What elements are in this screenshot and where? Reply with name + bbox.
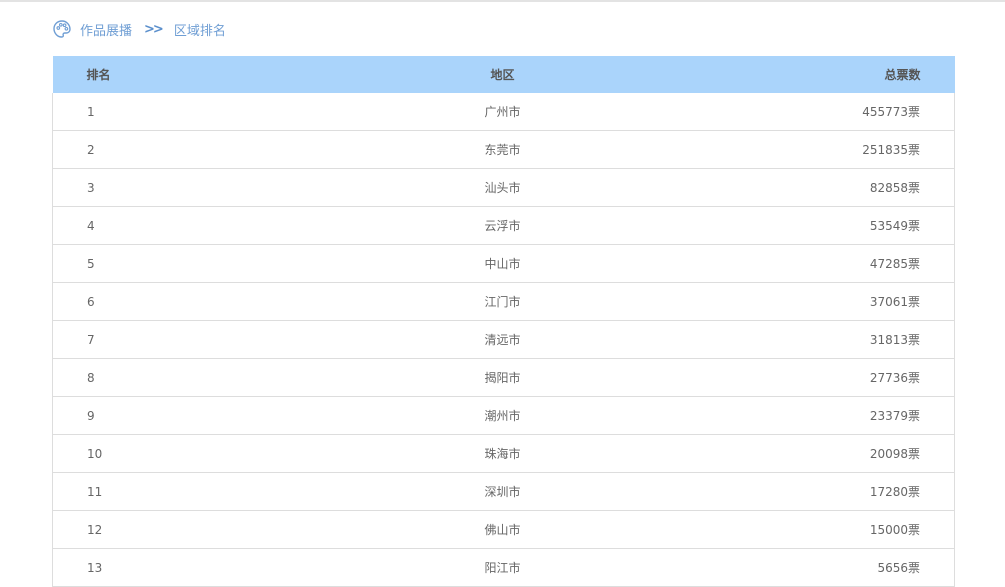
votes-cell: 23379票	[652, 396, 955, 435]
table-row: 7 清远市 31813票	[52, 320, 955, 359]
rank-cell: 6	[52, 282, 353, 321]
region-cell: 深圳市	[352, 472, 653, 511]
breadcrumb: 作品展播 >> 区域排名	[52, 18, 226, 40]
region-cell: 阳江市	[352, 548, 653, 587]
rank-cell: 7	[52, 320, 353, 359]
table-row: 8 揭阳市 27736票	[52, 358, 955, 397]
table-row: 6 江门市 37061票	[52, 282, 955, 321]
rank-cell: 1	[52, 93, 353, 131]
table-row: 4 云浮市 53549票	[52, 206, 955, 245]
table-row: 3 汕头市 82858票	[52, 168, 955, 207]
votes-cell: 31813票	[652, 320, 955, 359]
region-cell: 清远市	[352, 320, 653, 359]
votes-cell: 82858票	[652, 168, 955, 207]
rank-cell: 11	[52, 472, 353, 511]
table-row: 1 广州市 455773票	[52, 93, 955, 131]
table-row: 10 珠海市 20098票	[52, 434, 955, 473]
rank-cell: 8	[52, 358, 353, 397]
table-header-row: 排名 地区 总票数	[52, 56, 955, 93]
top-divider	[0, 0, 1005, 2]
region-cell: 中山市	[352, 244, 653, 283]
table-row: 12 佛山市 15000票	[52, 510, 955, 549]
votes-cell: 53549票	[652, 206, 955, 245]
region-cell: 珠海市	[352, 434, 653, 473]
column-header-region: 地区	[490, 68, 515, 82]
region-cell: 汕头市	[352, 168, 653, 207]
table-row: 11 深圳市 17280票	[52, 472, 955, 511]
palette-icon	[52, 19, 72, 39]
region-cell: 潮州市	[352, 396, 653, 435]
rank-cell: 10	[52, 434, 353, 473]
votes-cell: 17280票	[652, 472, 955, 511]
votes-cell: 251835票	[652, 130, 955, 169]
region-cell: 揭阳市	[352, 358, 653, 397]
column-header-votes: 总票数	[884, 68, 921, 82]
votes-cell: 15000票	[652, 510, 955, 549]
region-cell: 佛山市	[352, 510, 653, 549]
breadcrumb-current: 区域排名	[173, 23, 226, 39]
votes-cell: 27736票	[652, 358, 955, 397]
votes-cell: 47285票	[652, 244, 955, 283]
rank-cell: 12	[52, 510, 353, 549]
votes-cell: 37061票	[652, 282, 955, 321]
rank-cell: 3	[52, 168, 353, 207]
region-ranking-table: 排名 地区 总票数 1 广州市 455773票 2 东莞市 251835票 3 …	[52, 56, 955, 587]
table-row: 2 东莞市 251835票	[52, 130, 955, 169]
region-cell: 东莞市	[352, 130, 653, 169]
table-row: 9 潮州市 23379票	[52, 396, 955, 435]
column-header-rank: 排名	[86, 68, 111, 82]
rank-cell: 2	[52, 130, 353, 169]
rank-cell: 13	[52, 548, 353, 587]
rank-cell: 5	[52, 244, 353, 283]
breadcrumb-separator-icon: >>	[144, 21, 164, 37]
region-cell: 广州市	[352, 93, 653, 131]
table-row: 5 中山市 47285票	[52, 244, 955, 283]
region-cell: 云浮市	[352, 206, 653, 245]
rank-cell: 4	[52, 206, 353, 245]
region-cell: 江门市	[352, 282, 653, 321]
breadcrumb-home-link[interactable]: 作品展播	[80, 20, 132, 39]
table-row: 13 阳江市 5656票	[52, 548, 955, 587]
votes-cell: 20098票	[652, 434, 955, 473]
votes-cell: 5656票	[652, 548, 955, 587]
votes-cell: 455773票	[652, 93, 955, 131]
rank-cell: 9	[52, 396, 353, 435]
